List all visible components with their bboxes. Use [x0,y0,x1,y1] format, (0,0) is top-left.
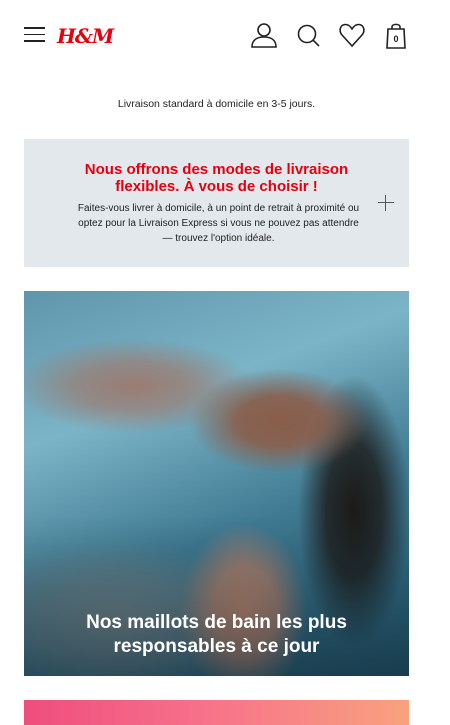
delivery-options-text: Faites-vous livrer à domicile, à un poin… [77,203,360,244]
heart-icon[interactable] [337,20,367,50]
swimwear-hero-banner[interactable]: Nos maillots de bain les plus responsabl… [24,291,409,676]
hero-title[interactable]: Nos maillots de bain les plus responsabl… [44,611,389,659]
delivery-options-panel[interactable]: Nous offrons des modes de livraison flex… [24,139,409,267]
next-promo-banner[interactable] [24,700,409,725]
site-header: H&M 0 [0,0,450,72]
delivery-info-text: Livraison standard à domicile en 3-5 jou… [117,98,316,110]
menu-icon[interactable] [24,27,45,43]
bag-count-badge: 0 [393,34,399,44]
shopping-bag-icon[interactable]: 0 [381,20,411,50]
account-icon[interactable] [249,20,279,50]
search-icon[interactable] [293,20,323,50]
delivery-options-title: Nous offrons des modes de livraison flex… [84,161,349,195]
hm-logo[interactable]: H&M [57,23,114,49]
plus-icon[interactable] [378,195,394,211]
